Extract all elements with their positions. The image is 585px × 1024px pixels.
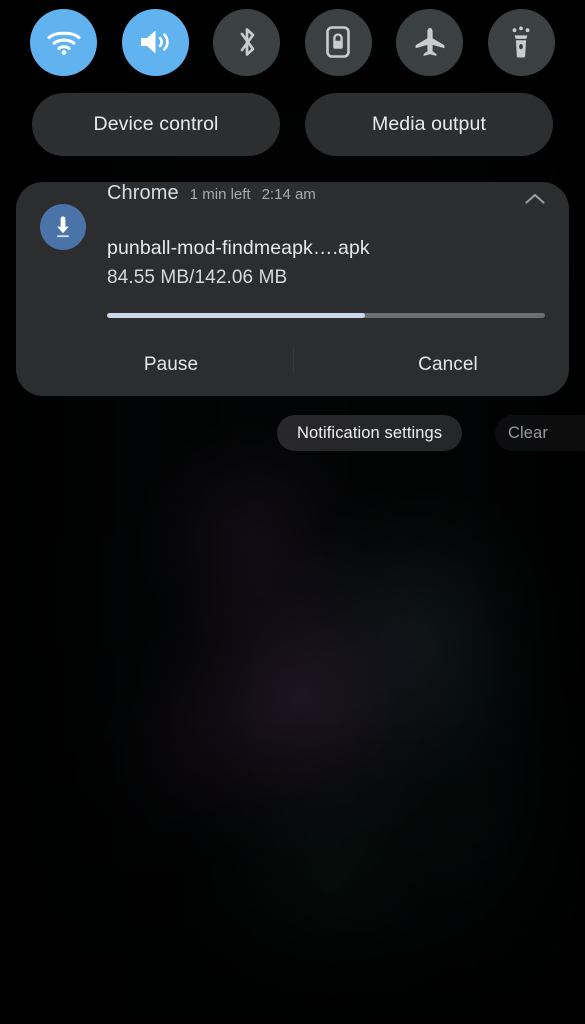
- download-progress-bar: [107, 313, 545, 318]
- device-control-label: Device control: [93, 113, 219, 135]
- shade-footer: Notification settings Clear: [0, 415, 585, 451]
- media-output-button[interactable]: Media output: [305, 93, 553, 156]
- notification-settings-button[interactable]: Notification settings: [277, 415, 463, 451]
- toggle-auto-rotate[interactable]: [304, 8, 372, 76]
- quick-settings-toggles: [30, 8, 555, 76]
- clear-all-label: Clear: [508, 423, 548, 442]
- notification-time-left: 1 min left: [189, 186, 251, 203]
- notification-header-text: Chrome 1 min left 2:14 am: [107, 182, 316, 205]
- shade-pill-row: Device control Media output: [32, 93, 553, 156]
- notification-title: punball-mod-findmeapk….apk: [107, 237, 370, 259]
- cancel-button-label: Cancel: [418, 354, 478, 375]
- flashlight-icon: [506, 25, 536, 59]
- volume-icon: [138, 27, 172, 57]
- action-divider: [293, 348, 294, 374]
- quick-settings-shade: Device control Media output Chrome 1 min…: [0, 0, 585, 1024]
- notification-settings-label: Notification settings: [297, 423, 443, 442]
- toggle-sound[interactable]: [121, 8, 189, 76]
- notification-app-name: Chrome: [107, 182, 179, 204]
- toggle-flashlight[interactable]: [487, 8, 555, 76]
- download-icon: [57, 216, 69, 238]
- notification-progress-text: 84.55 MB/142.06 MB: [107, 267, 288, 288]
- chevron-up-icon: [525, 193, 545, 204]
- pause-button[interactable]: Pause: [107, 340, 235, 390]
- airplane-icon: [413, 26, 447, 58]
- device-control-button[interactable]: Device control: [32, 93, 280, 156]
- notification-timestamp: 2:14 am: [261, 186, 316, 203]
- media-output-label: Media output: [372, 113, 486, 135]
- cancel-button[interactable]: Cancel: [384, 340, 512, 390]
- download-progress-fill: [107, 313, 366, 318]
- notification-collapse-button[interactable]: [519, 186, 551, 212]
- wifi-icon: [46, 28, 82, 56]
- clear-all-button[interactable]: Clear: [495, 415, 585, 451]
- rotation-lock-icon: [324, 25, 352, 59]
- notification-app-icon: [40, 204, 86, 250]
- pause-button-label: Pause: [143, 354, 199, 375]
- toggle-wifi[interactable]: [30, 8, 97, 76]
- notification-actions: Pause Cancel: [16, 340, 569, 390]
- bluetooth-icon: [233, 25, 261, 59]
- toggle-airplane-mode[interactable]: [396, 8, 464, 76]
- toggle-bluetooth[interactable]: [213, 8, 281, 76]
